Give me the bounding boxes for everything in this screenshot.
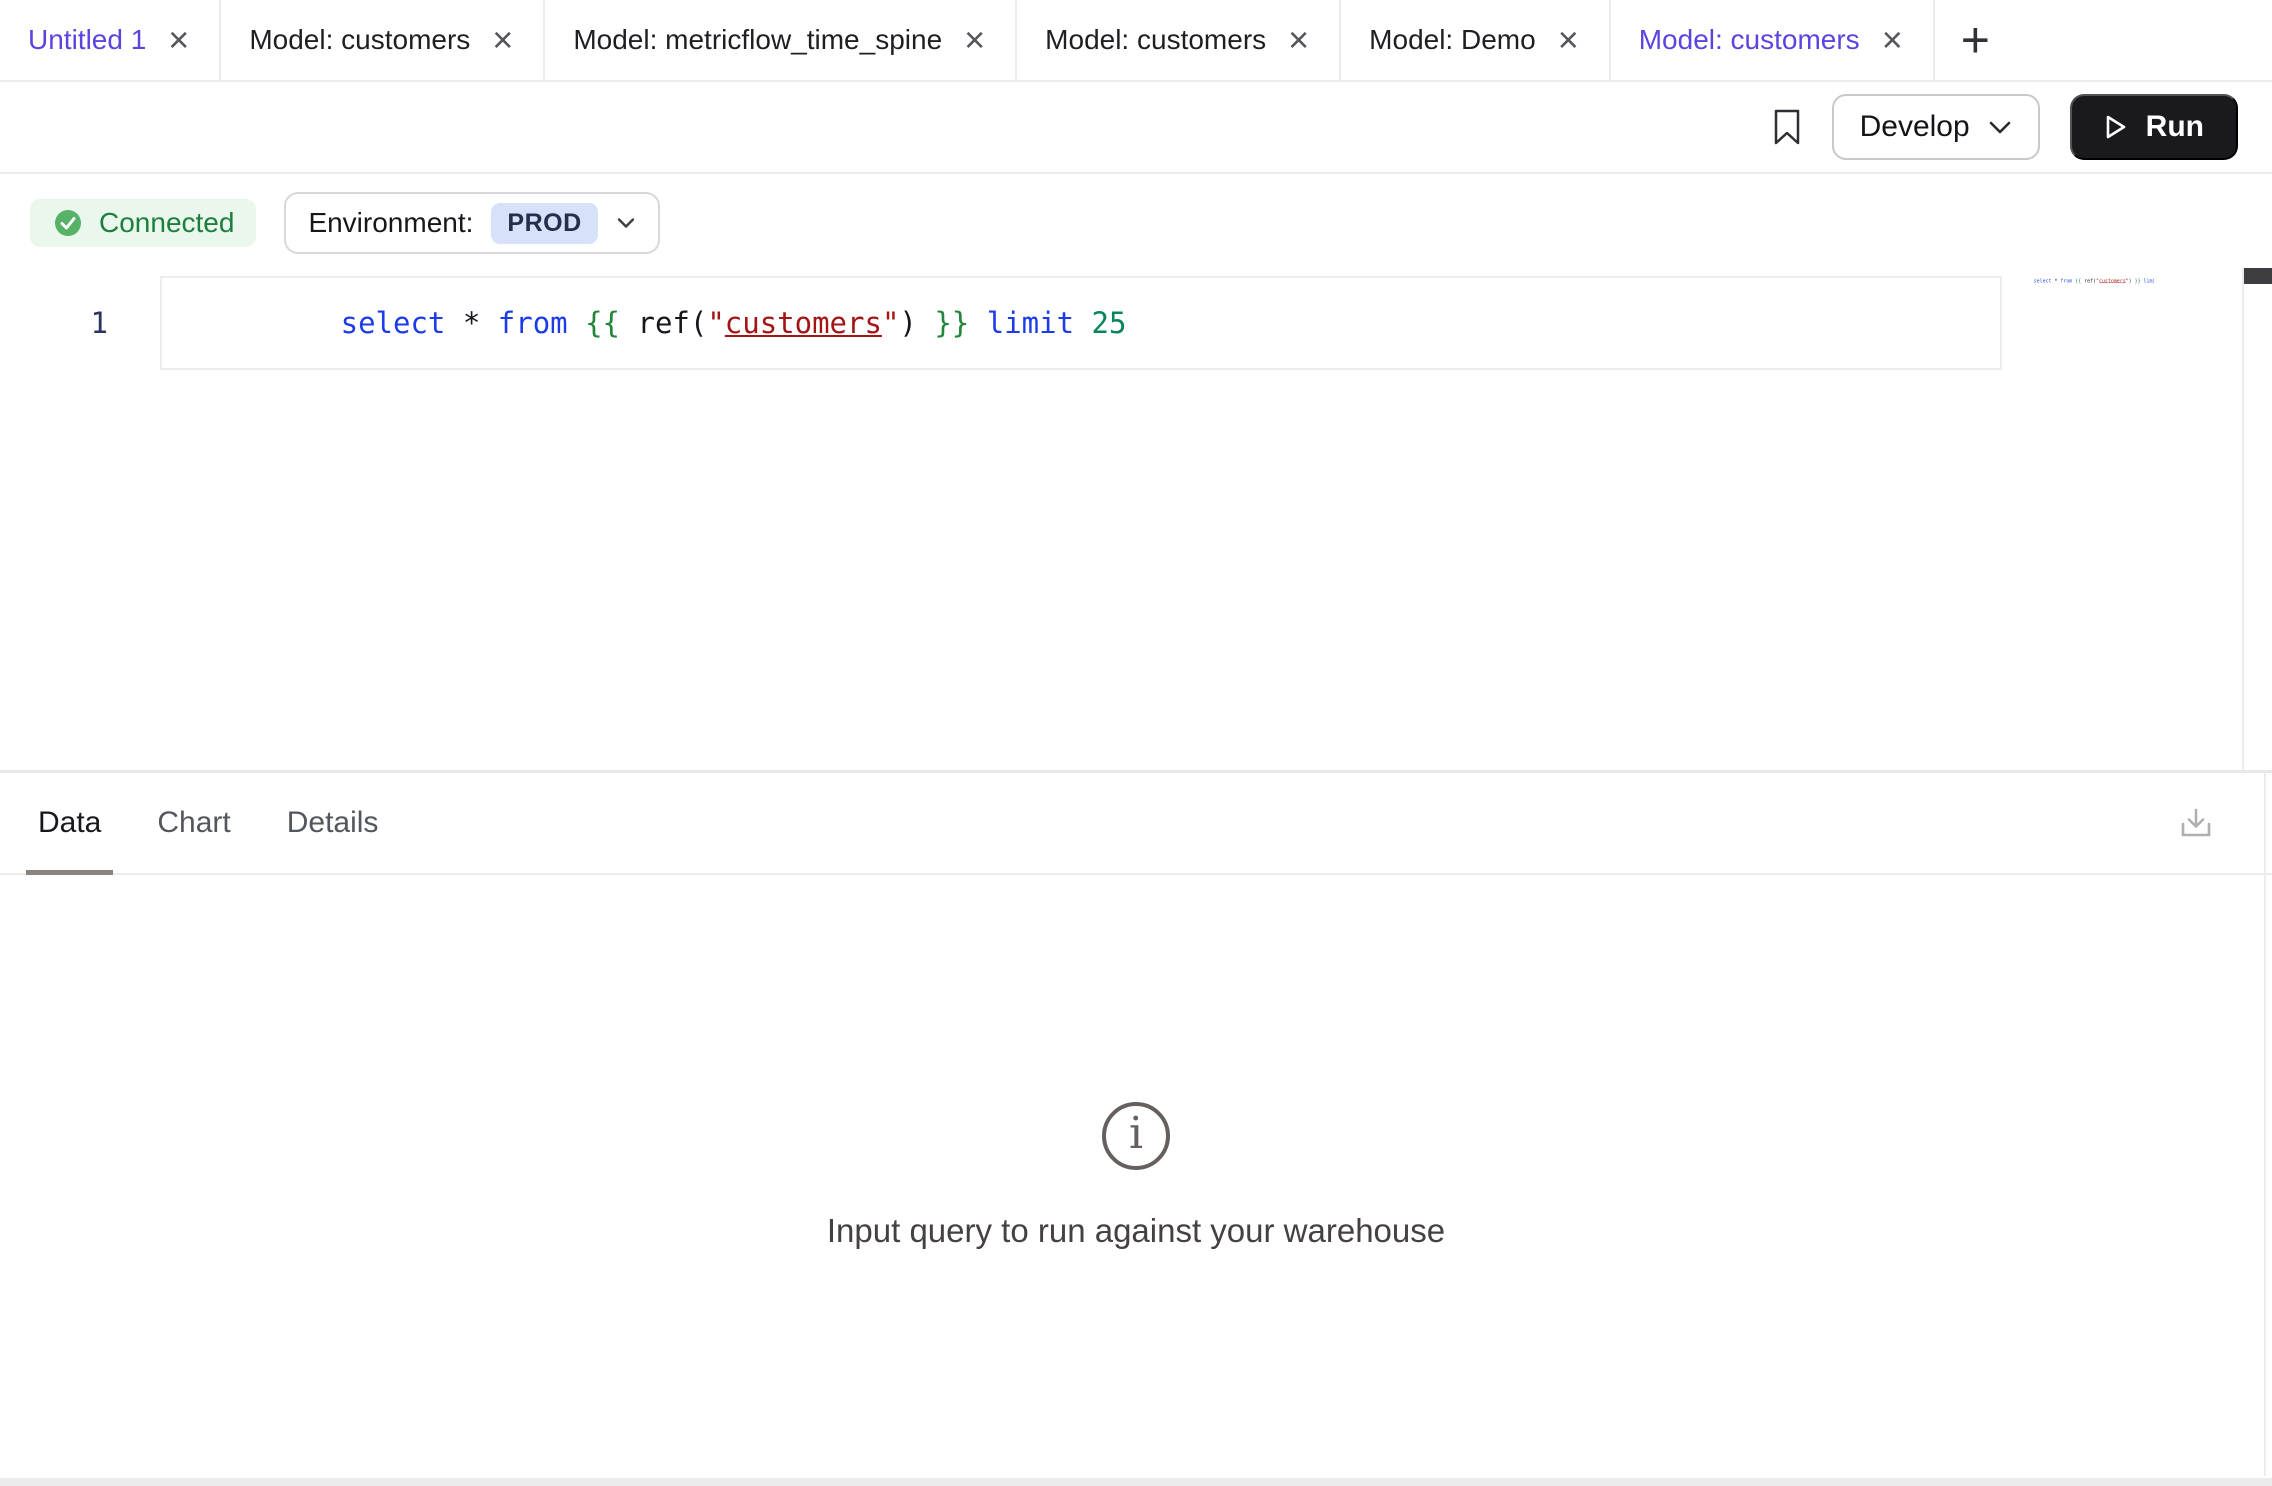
editor-tab[interactable]: Model: Demo × [1341,0,1611,80]
results-tab-label: Data [38,806,101,840]
code-token [620,306,637,340]
code-token [568,306,585,340]
close-icon[interactable]: × [1556,22,1581,58]
close-icon[interactable]: × [1286,22,1311,58]
code-token [917,306,934,340]
line-number: 1 [0,306,160,340]
plus-icon: + [1961,11,1990,69]
code-token: limit [987,306,1074,340]
code-token: * [463,306,480,340]
environment-value-chip: PROD [491,203,597,244]
results-empty-state: i Input query to run against your wareho… [0,875,2272,1476]
run-button-label: Run [2146,110,2204,144]
tab-label: Model: Demo [1369,24,1536,56]
develop-button[interactable]: Develop [1832,94,2040,160]
code-token [1074,306,1091,340]
editor-tab[interactable]: Model: metricflow_time_spine × [545,0,1017,80]
code-token: customers [725,306,882,340]
add-tab-button[interactable]: + [1935,0,2016,80]
scrollbar-thumb[interactable] [2244,268,2272,284]
code-token: " [882,306,899,340]
bottom-resize-bar[interactable] [0,1478,2272,1486]
code-token: }} [934,306,969,340]
tab-label: Untitled 1 [28,24,146,56]
close-icon[interactable]: × [166,22,191,58]
editor-tab[interactable]: Model: customers × [1611,0,1935,80]
results-panel: Data Chart Details i Input query to run … [0,770,2272,1476]
code-token [480,306,497,340]
toolbar: Develop Run [0,82,2272,174]
environment-selector[interactable]: Environment: PROD [284,192,659,254]
code-token: from [498,306,568,340]
chevron-down-icon [1988,119,2012,135]
code-editor[interactable]: 1 select * from {{ ref("customers") }} l… [0,276,2272,770]
connection-status-badge: Connected [30,199,256,247]
results-tab-label: Chart [157,806,230,840]
status-row: Connected Environment: PROD [0,174,2272,254]
tab-label: Model: metricflow_time_spine [573,24,942,56]
check-circle-icon [52,207,84,239]
editor-tab[interactable]: Untitled 1 × [0,0,221,80]
results-tab[interactable]: Chart [157,773,230,873]
close-icon[interactable]: × [1880,22,1905,58]
dbt-ide-window: Untitled 1 × Model: customers × Model: m… [0,0,2272,1486]
editor-tab[interactable]: Model: customers × [1017,0,1341,80]
tab-label: Model: customers [249,24,470,56]
editor-minimap[interactable]: select * from {{ ref("customers") }} lim… [2004,272,2154,292]
connection-status-label: Connected [99,207,234,239]
info-icon: i [1102,1102,1170,1170]
code-token: {{ [585,306,620,340]
close-icon[interactable]: × [962,22,987,58]
editor-tab[interactable]: Model: customers × [221,0,545,80]
chevron-down-icon [616,216,636,230]
editor-tab-bar: Untitled 1 × Model: customers × Model: m… [0,0,2272,82]
sql-editor-pane: Connected Environment: PROD 1 select * f… [0,174,2272,770]
empty-state-message: Input query to run against your warehous… [827,1212,1445,1250]
play-icon [2104,114,2128,140]
tab-label: Model: customers [1045,24,1266,56]
environment-label: Environment: [308,207,473,239]
code-line-row: 1 select * from {{ ref("customers") }} l… [0,276,2272,370]
code-token: ref( [637,306,707,340]
code-token: ) [899,306,916,340]
download-icon[interactable] [2178,805,2214,841]
run-button[interactable]: Run [2070,94,2238,160]
code-token: 25 [1092,306,1127,340]
develop-button-label: Develop [1860,110,1970,144]
close-icon[interactable]: × [490,22,515,58]
code-token [445,306,462,340]
code-token: select [341,306,446,340]
code-token [969,306,986,340]
bookmark-icon[interactable] [1772,108,1802,146]
code-line[interactable]: select * from {{ ref("customers") }} lim… [160,276,2002,370]
editor-scrollbar [2242,268,2272,770]
code-token: " [707,306,724,340]
results-tab[interactable]: Data [38,773,101,873]
tab-label: Model: customers [1639,24,1860,56]
results-tab-label: Details [287,806,379,840]
results-tab[interactable]: Details [287,773,379,873]
results-tab-bar: Data Chart Details [0,773,2272,875]
